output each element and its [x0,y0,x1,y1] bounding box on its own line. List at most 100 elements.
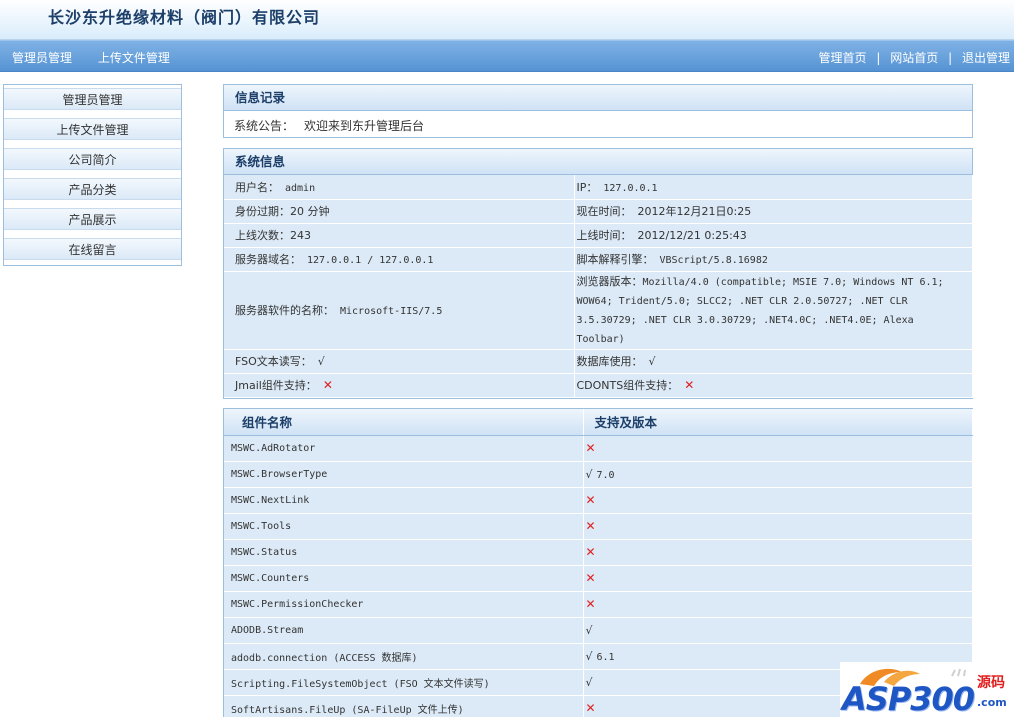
logins-cell: 上线次数：243 [224,223,575,248]
server-cell: 服务器域名： 127.0.0.1 / 127.0.0.1 [224,247,575,272]
nav-right: 管理首页 | 网站首页 | 退出管理 [819,49,1010,66]
db-cell: 数据库使用： √ [574,349,973,374]
ip-value: 127.0.0.1 [603,182,658,194]
nav-upload-manage-link[interactable]: 上传文件管理 [98,51,170,65]
component-name-cell: MSWC.AdRotator [224,435,584,462]
sidebar-item-upload-manage[interactable]: 上传文件管理 [4,118,181,140]
nav-separator: | [876,51,881,65]
sidebar-item-product-display[interactable]: 产品展示 [4,208,181,230]
sidebar-menu: 管理员管理 上传文件管理 公司简介 产品分类 产品展示 在线留言 [3,84,182,266]
online-value: 2012/12/21 0:25:43 [637,229,747,242]
component-name-cell: SoftArtisans.FileUp (SA-FileUp 文件上传) [224,695,584,717]
table-row: MSWC.PermissionChecker ✕ [224,591,973,618]
browser-label: 浏览器版本： [576,274,643,288]
username-label: 用户名： [235,180,279,194]
sidebar-item-product-category[interactable]: 产品分类 [4,178,181,200]
component-name-cell: MSWC.Tools [224,513,584,540]
component-support-cell: ✕ [583,435,973,462]
nav-logout-link[interactable]: 退出管理 [962,51,1010,65]
nav-admin-home-link[interactable]: 管理首页 [819,51,867,65]
sidebar-item-company-intro[interactable]: 公司简介 [4,148,181,170]
software-value: Microsoft-IIS/7.5 [340,306,443,317]
system-info-panel: 系统信息 用户名： admin IP： 127.0.0.1 身份过期：20 分钟 现… [223,148,973,399]
component-support-cell: √ [583,617,973,644]
top-banner: 长沙东升绝缘材料（阀门）有限公司 [0,0,1014,40]
component-support-cell: ✕ [583,565,973,592]
cross-icon: ✕ [585,441,596,455]
fso-label: FSO文本读写： [235,355,312,368]
sidebar-item-admin-manage[interactable]: 管理员管理 [4,88,181,110]
table-row: ADODB.Stream √ [224,617,973,644]
browser-line-1: Mozilla/4.0 (compatible; MSIE 7.0; Windo… [642,276,944,288]
fso-cell: FSO文本读写： √ [224,349,575,374]
system-info-title: 系统信息 [224,149,972,175]
cross-icon: ✕ [585,597,596,611]
component-name-cell: MSWC.NextLink [224,487,584,514]
cross-icon: ✕ [585,571,596,585]
cdonts-cell: CDONTS组件支持： ✕ [574,373,973,398]
db-label: 数据库使用： [576,355,643,368]
component-name-cell: Scripting.FileSystemObject (FSO 文本文件读写) [224,669,584,696]
check-icon: √ [585,649,593,663]
table-row: MSWC.Counters ✕ [224,565,973,592]
ip-cell: IP： 127.0.0.1 [574,175,973,200]
cross-icon: ✕ [585,545,596,559]
expire-value: 20 分钟 [290,205,330,218]
username-cell: 用户名： admin [224,175,575,200]
expire-cell: 身份过期：20 分钟 [224,199,575,224]
nav-admin-manage-link[interactable]: 管理员管理 [12,51,72,65]
component-name-cell: MSWC.Counters [224,565,584,592]
site-title: 长沙东升绝缘材料（阀门）有限公司 [48,8,321,27]
component-name-cell: ADODB.Stream [224,617,584,644]
online-cell: 上线时间： 2012/12/21 0:25:43 [574,223,973,248]
watermark-cn: 源码 [977,675,1005,691]
table-row: MSWC.Status ✕ [224,539,973,566]
support-version-header: 支持及版本 [583,409,973,436]
notice-label: 系统公告： [234,119,295,133]
logins-value: 243 [290,229,311,242]
cross-icon: ✕ [322,378,333,392]
table-row: MSWC.Tools ✕ [224,513,973,540]
component-support-cell: ✕ [583,591,973,618]
asp300-watermark: ASP300 源码 .com [840,662,1014,717]
component-name-cell: MSWC.BrowserType [224,461,584,488]
logins-label: 上线次数： [235,229,290,242]
server-label: 服务器域名： [235,253,301,266]
table-row: MSWC.AdRotator ✕ [224,435,973,462]
check-icon: √ [585,675,593,689]
now-label: 现在时间： [576,205,632,218]
online-label: 上线时间： [576,229,632,242]
nav-left: 管理员管理 上传文件管理 [12,49,192,66]
engine-label: 脚本解释引擎： [576,253,654,266]
notice-text: 欢迎来到东升管理后台 [304,119,425,133]
watermark-brand: ASP300 [842,680,975,717]
browser-line-4: Toolbar) [576,333,625,345]
check-icon: √ [585,623,593,637]
check-icon: √ [317,355,325,368]
username-value: admin [285,182,316,194]
component-support-cell: ✕ [583,513,973,540]
browser-cell: 浏览器版本：Mozilla/4.0 (compatible; MSIE 7.0;… [574,271,973,350]
engine-cell: 脚本解释引擎： VBScript/5.8.16982 [574,247,973,272]
server-value: 127.0.0.1 / 127.0.0.1 [307,255,434,266]
table-row: MSWC.NextLink ✕ [224,487,973,514]
software-cell: 服务器软件的名称： Microsoft-IIS/7.5 [224,271,575,350]
sidebar-item-online-message[interactable]: 在线留言 [4,238,181,260]
expire-label: 身份过期： [235,205,290,218]
now-value: 2012年12月21日0:25 [637,205,752,218]
nav-site-home-link[interactable]: 网站首页 [890,51,938,65]
component-support-cell: ✕ [583,487,973,514]
browser-line-2: WOW64; Trident/5.0; SLCC2; .NET CLR 2.0.… [576,295,908,307]
info-record-title: 信息记录 [224,85,972,111]
check-icon: √ [585,467,593,481]
jmail-cell: Jmail组件支持： ✕ [224,373,575,398]
now-cell: 现在时间： 2012年12月21日0:25 [574,199,973,224]
component-support-cell: √ 7.0 [583,461,973,488]
component-name-cell: MSWC.PermissionChecker [224,591,584,618]
component-name-cell: adodb.connection (ACCESS 数据库) [224,643,584,670]
cross-icon: ✕ [585,519,596,533]
component-version: 7.0 [596,469,615,481]
cross-icon: ✕ [585,701,596,715]
ip-label: IP： [576,180,598,194]
system-info-table: 用户名： admin IP： 127.0.0.1 身份过期：20 分钟 现在时间： 2… [224,175,973,398]
